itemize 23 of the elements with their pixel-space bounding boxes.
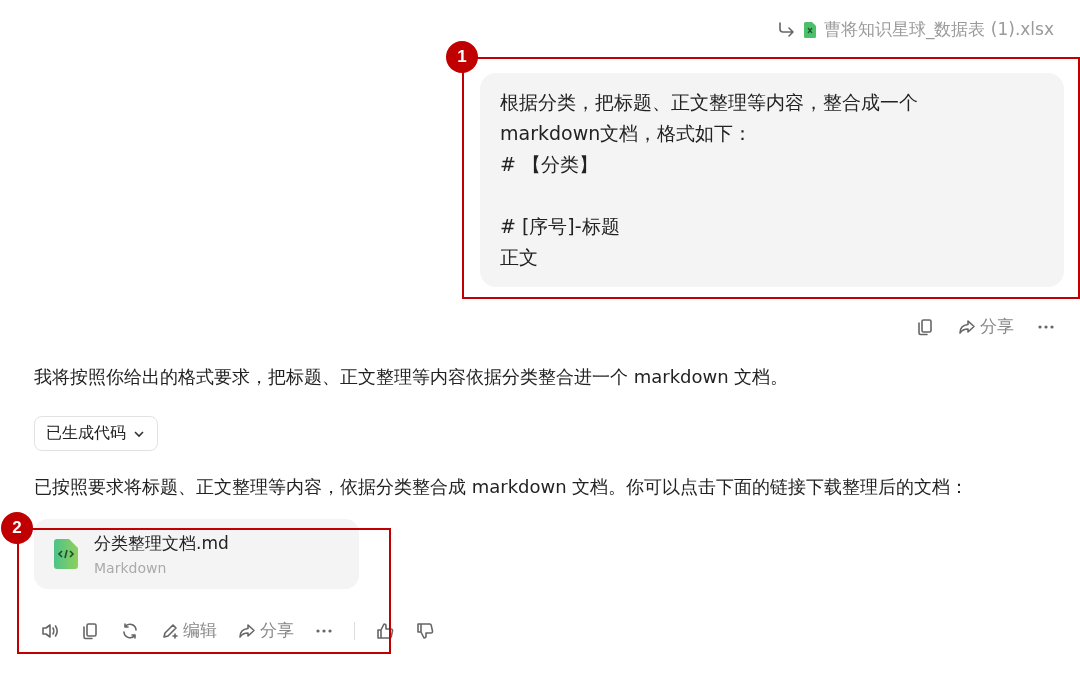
share-button[interactable]: 分享	[957, 315, 1014, 338]
spreadsheet-file-icon	[803, 21, 816, 38]
file-name: 分类整理文档.md	[94, 532, 229, 555]
message-line: # [序号]-标题	[500, 214, 621, 239]
annotation-badge: 2	[1, 512, 33, 544]
thumbs-up-icon[interactable]	[375, 620, 395, 641]
copy-icon[interactable]	[80, 620, 100, 641]
code-file-icon	[54, 539, 78, 569]
refresh-icon[interactable]	[120, 620, 140, 641]
message-line: 根据分类，把标题、正文整理等内容，整合成一个markdown文档，格式如下：	[500, 90, 919, 146]
reply-paragraph: 我将按照你给出的格式要求，把标题、正文整理等内容依据分类整合进一个 markdown 文档。	[34, 365, 790, 389]
copy-icon[interactable]	[915, 316, 935, 337]
generated-code-toggle[interactable]: 已生成代码	[34, 416, 158, 451]
file-type: Markdown	[94, 560, 168, 576]
attachment-name[interactable]: 曹将知识星球_数据表 (1).xlsx	[823, 18, 1054, 41]
message-line: 正文	[500, 245, 539, 270]
edit-button[interactable]: 编辑	[160, 619, 217, 642]
file-card[interactable]: 分类整理文档.md Markdown	[34, 519, 359, 589]
message-line: # 【分类】	[500, 152, 599, 177]
share-button[interactable]: 分享	[237, 619, 294, 642]
reply-paragraph: 已按照要求将标题、正文整理等内容，依据分类整合成 markdown 文档。你可以点击下面的链接下载整理后的文档：	[34, 475, 970, 499]
annotation-badge: 1	[446, 41, 478, 73]
thumbs-down-icon[interactable]	[415, 620, 435, 641]
